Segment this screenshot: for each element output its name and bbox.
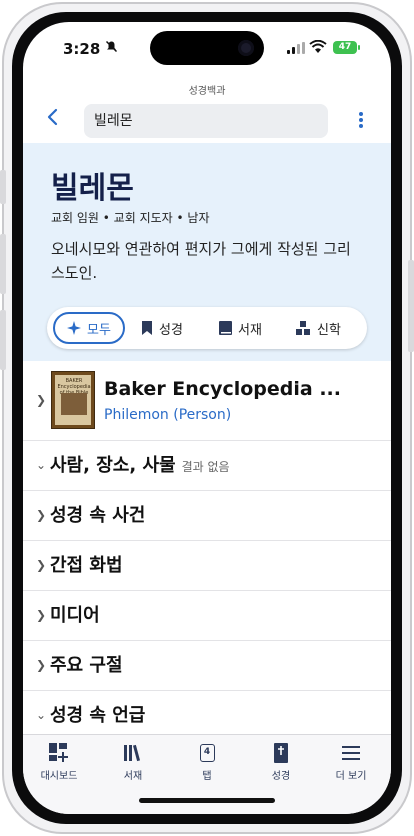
filter-library[interactable]: 서재 (219, 307, 262, 349)
volume-down-button (0, 310, 6, 370)
filter-library-label: 서재 (238, 322, 262, 338)
page-title: 빌레몬 (51, 171, 134, 206)
section-media[interactable]: ❯ 미디어 (23, 591, 391, 641)
page-subtitle: 교회 임원 • 교회 지도자 • 남자 (51, 211, 210, 225)
tab-bible[interactable]: 성경 (251, 741, 311, 782)
tab-more[interactable]: 더 보기 (321, 741, 381, 782)
chevron-down-icon: ⌄ (36, 458, 47, 472)
side-button (0, 170, 6, 204)
section-label: 주요 구절 (50, 655, 123, 676)
volume-up-button (0, 234, 6, 294)
tab-library-label: 서재 (123, 771, 143, 782)
section-label: 성경 속 사건 (50, 505, 146, 526)
bell-muted-icon (105, 40, 118, 57)
dynamic-island (150, 31, 264, 65)
results-list: ❯ BAKER Encyclopedia of the Bible Baker … (23, 361, 391, 741)
more-options-icon[interactable] (354, 110, 368, 132)
tab-tabs-label: 탭 (202, 771, 212, 782)
theology-blocks-icon (296, 321, 310, 335)
book-icon (219, 321, 232, 335)
tab-dashboard-label: 대시보드 (40, 771, 78, 782)
chevron-right-icon: ❯ (36, 558, 47, 572)
search-input[interactable]: 빌레몬 (84, 104, 328, 138)
header-band: 빌레몬 교회 임원 • 교회 지도자 • 남자 오네시모와 연관하여 편지가 그… (23, 143, 391, 361)
tabs-count-icon: 4 (199, 744, 215, 762)
dashboard-icon (49, 743, 68, 762)
section-label: 성경 속 언급 (50, 705, 146, 726)
section-label: 사람, 장소, 사물 (50, 455, 176, 476)
chevron-left-icon (47, 108, 58, 126)
library-books-icon (124, 744, 141, 762)
section-key-passages[interactable]: ❯ 주요 구절 (23, 641, 391, 691)
menu-icon (342, 746, 360, 760)
tabs-count: 4 (203, 747, 211, 757)
screen: 3:28 47 성경백과 빌레몬 빌레몬 교회 임원 • 교회 지도자 • 남자… (23, 22, 391, 814)
section-note: 결과 없음 (181, 460, 230, 474)
filter-segmented-control: 모두 성경 서재 신학 (47, 307, 367, 349)
bookmark-icon (142, 321, 152, 335)
chevron-right-icon: ❯ (36, 508, 47, 522)
status-bar: 3:28 47 (23, 22, 391, 76)
section-label: 간접 화법 (50, 555, 123, 576)
signal-icon (287, 42, 305, 54)
book-subtitle[interactable]: Philemon (Person) (104, 407, 231, 423)
filter-bible[interactable]: 성경 (141, 307, 183, 349)
book-title: Baker Encyclopedia ... (104, 378, 341, 400)
status-time: 3:28 (63, 40, 101, 58)
chevron-right-icon: ❯ (36, 658, 47, 672)
tab-bible-label: 성경 (271, 771, 291, 782)
sparkle-icon (67, 321, 82, 335)
section-people-places-things[interactable]: ⌄ 사람, 장소, 사물 결과 없음 (23, 441, 391, 491)
bible-icon (274, 743, 288, 763)
filter-bible-label: 성경 (159, 322, 183, 338)
tab-dashboard[interactable]: 대시보드 (29, 741, 89, 782)
filter-theology-label: 신학 (317, 322, 341, 338)
chevron-right-icon: ❯ (36, 608, 47, 622)
tab-more-label: 더 보기 (335, 771, 367, 782)
chevron-right-icon: ❯ (36, 393, 47, 407)
section-label: 미디어 (50, 605, 100, 626)
wifi-icon (309, 39, 327, 53)
section-bible-events[interactable]: ❯ 성경 속 사건 (23, 491, 391, 541)
battery-icon: 47 (333, 41, 360, 54)
app-title: 성경백과 (188, 86, 226, 97)
back-button[interactable] (39, 107, 65, 133)
section-indirect-speech[interactable]: ❯ 간접 화법 (23, 541, 391, 591)
filter-all-label: 모두 (87, 322, 111, 338)
home-indicator[interactable] (139, 798, 275, 803)
book-result[interactable]: ❯ BAKER Encyclopedia of the Bible Baker … (23, 361, 391, 441)
power-button (408, 260, 414, 352)
tab-tabs[interactable]: 4 탭 (177, 741, 237, 782)
book-cover: BAKER Encyclopedia of the Bible (51, 371, 95, 429)
chevron-down-icon: ⌄ (36, 708, 47, 722)
tab-library[interactable]: 서재 (103, 741, 163, 782)
page-description: 오네시모와 연관하여 편지가 그에게 작성된 그리스도인. (51, 240, 351, 282)
filter-all[interactable]: 모두 (53, 312, 125, 344)
camera-icon (238, 40, 254, 56)
filter-theology[interactable]: 신학 (295, 307, 341, 349)
